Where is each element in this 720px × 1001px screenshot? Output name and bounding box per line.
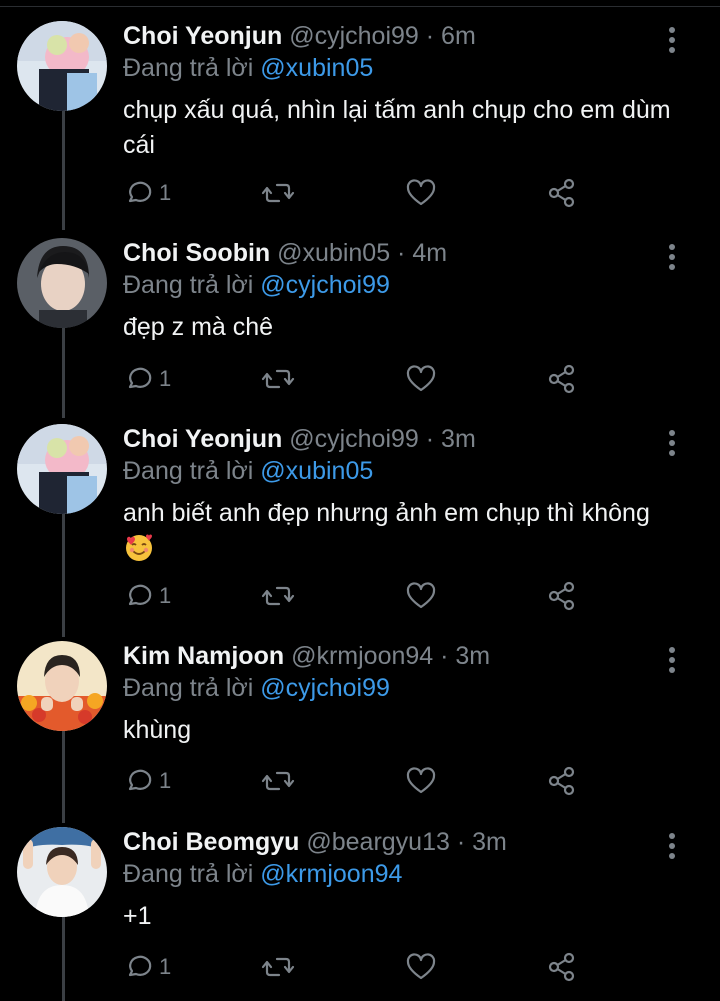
reply-button[interactable]: 1 (123, 761, 171, 801)
tweet-text: anh biết anh đẹp nhưng ảnh em chụp thì k… (123, 496, 683, 567)
mention-link[interactable]: @xubin05 (260, 457, 373, 485)
like-button[interactable] (405, 173, 437, 213)
tweet-actions: 1 (0, 576, 720, 616)
tweet-header: Choi Soobin @xubin05 · 4m (123, 236, 447, 270)
share-icon (548, 766, 575, 796)
tweet-text: khùng (123, 716, 192, 744)
reply-count: 1 (159, 583, 172, 608)
like-button[interactable] (405, 761, 437, 801)
reply-icon (128, 584, 152, 606)
reply-count: 1 (159, 180, 172, 205)
tweet-header: Choi Beomgyu @beargyu13 · 3m (123, 825, 507, 859)
reply-count: 1 (159, 954, 172, 979)
top-divider (0, 6, 720, 7)
share-button[interactable] (546, 761, 578, 801)
tweet-actions: 1 (0, 173, 720, 213)
heart-icon (406, 179, 436, 206)
retweet-icon (261, 183, 295, 203)
heart-icon (406, 365, 436, 392)
tweet-actions: 1 (0, 947, 720, 987)
reply-icon (128, 367, 152, 389)
author-name[interactable]: Choi Beomgyu (123, 828, 299, 856)
replying-to: Đang trả lời @xubin05 (123, 51, 373, 85)
like-button[interactable] (405, 947, 437, 987)
tweet-header: Choi Yeonjun @cyjchoi99 · 6m (123, 19, 476, 53)
reply-count: 1 (159, 768, 172, 793)
share-button[interactable] (546, 359, 578, 399)
reply-prefix: Đang trả lời (123, 674, 254, 702)
replying-to: Đang trả lời @krmjoon94 (123, 857, 402, 891)
mention-link[interactable]: @cyjchoi99 (260, 674, 390, 702)
author-name[interactable]: Choi Yeonjun (123, 425, 282, 453)
share-icon (548, 364, 575, 394)
avatar[interactable] (17, 641, 107, 731)
author-name[interactable]: Choi Yeonjun (123, 22, 282, 50)
heart-icon (406, 953, 436, 980)
reply-button[interactable]: 1 (123, 173, 171, 213)
tweet-text: +1 (123, 902, 152, 930)
author-handle-time: @cyjchoi99 · 3m (289, 425, 476, 453)
reply-icon (128, 955, 152, 977)
reply-count: 1 (159, 366, 172, 391)
author-name[interactable]: Choi Soobin (123, 239, 270, 267)
replying-to: Đang trả lời @xubin05 (123, 454, 373, 488)
tweet-text: đẹp z mà chê (123, 313, 274, 341)
tweet-text-content: anh biết anh đẹp nhưng ảnh em chụp thì k… (123, 499, 650, 527)
reply-icon (128, 181, 152, 203)
retweet-icon (261, 771, 295, 791)
more-vertical-icon[interactable] (659, 23, 685, 57)
share-icon (548, 178, 575, 208)
author-handle-time: @krmjoon94 · 3m (291, 642, 491, 670)
replying-to: Đang trả lời @cyjchoi99 (123, 671, 390, 705)
retweet-button[interactable] (261, 359, 295, 399)
more-vertical-icon[interactable] (659, 240, 685, 274)
tweet-actions: 1 (0, 359, 720, 399)
author-handle-time: @xubin05 · 4m (277, 239, 448, 267)
mention-link[interactable]: @krmjoon94 (260, 860, 402, 888)
more-vertical-icon[interactable] (659, 426, 685, 460)
like-button[interactable] (405, 359, 437, 399)
retweet-icon (261, 369, 295, 389)
reply-prefix: Đang trả lời (123, 457, 254, 485)
replying-to: Đang trả lời @cyjchoi99 (123, 268, 390, 302)
more-vertical-icon[interactable] (659, 643, 685, 677)
retweet-button[interactable] (261, 173, 295, 213)
reply-icon (128, 769, 152, 791)
reply-button[interactable]: 1 (123, 947, 171, 987)
reply-prefix: Đang trả lời (123, 271, 254, 299)
avatar[interactable] (17, 238, 107, 328)
avatar[interactable] (17, 827, 107, 917)
heart-icon (406, 582, 436, 609)
smiling-face-with-hearts-icon (123, 531, 155, 563)
like-button[interactable] (405, 576, 437, 616)
avatar[interactable] (17, 424, 107, 514)
more-vertical-icon[interactable] (659, 829, 685, 863)
reply-prefix: Đang trả lời (123, 860, 254, 888)
share-button[interactable] (546, 576, 578, 616)
author-handle-time: @cyjchoi99 · 6m (289, 22, 476, 50)
share-icon (548, 581, 575, 611)
retweet-button[interactable] (261, 576, 295, 616)
author-handle-time: @beargyu13 · 3m (306, 828, 507, 856)
share-icon (548, 952, 575, 982)
tweet-text: chụp xấu quá, nhìn lại tấm anh chụp cho … (123, 96, 671, 159)
tweet-header: Kim Namjoon @krmjoon94 · 3m (123, 639, 490, 673)
retweet-icon (261, 957, 295, 977)
retweet-icon (261, 586, 295, 606)
tweet-actions: 1 (0, 761, 720, 801)
author-name[interactable]: Kim Namjoon (123, 642, 284, 670)
heart-icon (406, 767, 436, 794)
retweet-button[interactable] (261, 947, 295, 987)
mention-link[interactable]: @cyjchoi99 (260, 271, 390, 299)
retweet-button[interactable] (261, 761, 295, 801)
reply-prefix: Đang trả lời (123, 54, 254, 82)
share-button[interactable] (546, 173, 578, 213)
mention-link[interactable]: @xubin05 (260, 54, 373, 82)
reply-button[interactable]: 1 (123, 576, 171, 616)
tweet-header: Choi Yeonjun @cyjchoi99 · 3m (123, 422, 476, 456)
reply-button[interactable]: 1 (123, 359, 171, 399)
share-button[interactable] (546, 947, 578, 987)
avatar[interactable] (17, 21, 107, 111)
